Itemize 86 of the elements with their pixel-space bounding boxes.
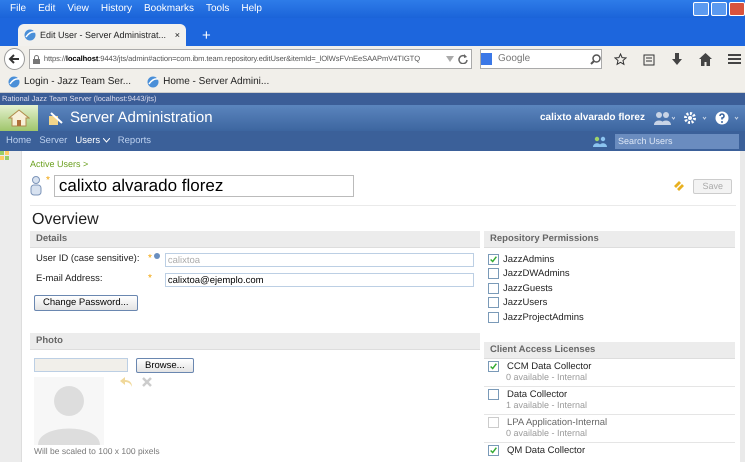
globe-icon: [24, 29, 36, 41]
section-header: Details: [30, 231, 480, 248]
nav-tab[interactable]: Home: [6, 135, 32, 147]
new-tab-button[interactable]: +: [196, 26, 217, 46]
menu-item[interactable]: Bookmarks: [144, 3, 194, 15]
checkbox[interactable]: [488, 360, 499, 372]
checkbox-label[interactable]: JazzDWAdmins: [503, 268, 570, 280]
app-title: Server Administration: [70, 109, 213, 127]
google-icon: [481, 53, 492, 65]
back-arrow-icon[interactable]: [8, 53, 20, 65]
checkbox[interactable]: [488, 254, 499, 265]
checkbox-label[interactable]: JazzGuests: [503, 282, 553, 294]
page-heading: Overview: [32, 210, 100, 230]
section-header: Repository Permissions: [484, 231, 735, 248]
globe-icon: [8, 76, 20, 88]
section-header: Photo: [30, 332, 480, 350]
required-mark: *: [46, 175, 50, 187]
info-icon: [154, 253, 160, 260]
search-field[interactable]: Search Users: [615, 134, 739, 148]
checkbox[interactable]: [488, 297, 499, 308]
checkbox-label[interactable]: JazzAdmins: [503, 254, 554, 266]
browser-tab[interactable]: Edit User - Server Administrat... ×: [18, 24, 186, 46]
menu-item[interactable]: View: [67, 3, 89, 15]
checkbox[interactable]: [488, 444, 499, 456]
change-password-button[interactable]: Change Password...: [34, 295, 138, 311]
settings-icon[interactable]: [683, 111, 707, 125]
menu-item[interactable]: History: [100, 3, 132, 15]
people-icon[interactable]: [593, 136, 607, 146]
scrollbar[interactable]: [740, 151, 745, 462]
reload-icon[interactable]: [458, 54, 468, 64]
license-availability: 0 available - Internal: [505, 428, 588, 439]
menu-item[interactable]: Tools: [206, 3, 230, 15]
checkbox[interactable]: [488, 282, 499, 294]
help-icon[interactable]: [715, 111, 739, 125]
tab-title: Edit User - Server Administrat...: [40, 30, 168, 40]
browse-button[interactable]: Browse...: [136, 358, 194, 373]
avatar-silhouette: [34, 376, 104, 445]
download-icon[interactable]: [671, 52, 683, 66]
home-button[interactable]: [0, 105, 38, 131]
close-button[interactable]: [729, 2, 745, 16]
section-header: Client Access Licenses: [484, 342, 735, 359]
nav-tab[interactable]: Users: [75, 135, 110, 147]
maximize-button[interactable]: [711, 2, 727, 16]
required-mark: *: [148, 253, 153, 266]
checkbox-label[interactable]: QM Data Collector: [507, 444, 586, 456]
checkbox-label[interactable]: Data Collector: [507, 388, 568, 400]
checkbox-label[interactable]: CCM Data Collector: [507, 360, 592, 372]
nav-tab[interactable]: Server: [39, 135, 68, 147]
close-icon[interactable]: ×: [174, 30, 180, 40]
checkbox[interactable]: [488, 312, 499, 323]
license-availability: 1 available - Internal: [505, 400, 588, 411]
user-icon: [30, 175, 42, 197]
dropdown-icon[interactable]: [446, 56, 454, 62]
file-path-field[interactable]: [34, 358, 128, 372]
lock-icon: [32, 54, 40, 64]
bookmark[interactable]: Login - Jazz Team Ser...: [8, 76, 132, 88]
checkbox-label[interactable]: JazzUsers: [503, 297, 548, 309]
search-box[interactable]: Google: [480, 49, 602, 69]
input-field[interactable]: calixtoa@ejemplo.com: [164, 273, 474, 288]
user-name[interactable]: calixto alvarado florez: [540, 112, 645, 124]
checkbox[interactable]: [488, 388, 499, 400]
menu-item[interactable]: Edit: [38, 3, 56, 15]
home-icon[interactable]: [699, 52, 712, 66]
field-label: E-mail Address:: [36, 273, 104, 285]
checkbox-label: LPA Application-Internal: [507, 416, 608, 428]
globe-icon: [147, 76, 160, 88]
nav-tab[interactable]: Reports: [118, 135, 152, 147]
search-icon[interactable]: [590, 54, 601, 64]
menu-icon[interactable]: [728, 53, 741, 65]
license-availability: 0 available - Internal: [505, 372, 588, 383]
checkbox[interactable]: [488, 268, 499, 280]
star-icon[interactable]: [614, 52, 627, 66]
menu-item[interactable]: Help: [241, 3, 262, 15]
checkbox-label[interactable]: JazzProjectAdmins: [503, 312, 584, 324]
caret-icon[interactable]: [102, 138, 110, 144]
house-icon[interactable]: [8, 109, 30, 127]
people-icon[interactable]: [653, 111, 675, 125]
menu-item[interactable]: File: [10, 3, 26, 15]
minimize-button[interactable]: [693, 2, 709, 16]
bookmark[interactable]: Home - Server Admini...: [147, 76, 270, 88]
field-label: User ID (case sensitive):: [36, 253, 140, 265]
name-field[interactable]: calixto alvarado florez: [54, 175, 354, 197]
clipboard-icon[interactable]: [643, 52, 655, 66]
scale-note: Will be scaled to 100 x 100 pixels: [33, 446, 161, 456]
back-button[interactable]: [4, 48, 25, 70]
required-mark: *: [148, 273, 153, 286]
